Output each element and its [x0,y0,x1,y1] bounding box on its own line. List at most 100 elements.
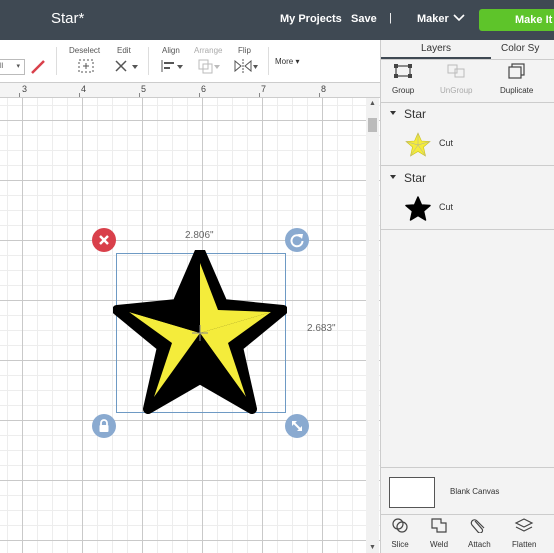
layer-operation-label: Cut [439,202,454,212]
chevron-down-icon[interactable] [453,13,465,23]
ungroup-label: UnGroup [440,86,473,95]
close-icon [99,235,109,245]
resize-handle[interactable] [285,414,309,438]
flip-label: Flip [238,46,251,55]
slice-button[interactable]: Slice [390,517,410,549]
layer-row[interactable]: Cut [381,189,554,230]
app-header: Star* My Projects Save | Maker Make It [0,0,554,40]
more-menu[interactable]: More ▾ [275,57,299,66]
duplicate-button[interactable]: Duplicate [500,63,533,95]
rotate-icon [290,234,304,248]
rotate-handle[interactable] [285,228,309,252]
layer-actions: Group UnGroup Duplicate [381,60,554,103]
deselect-icon[interactable] [77,58,95,74]
fill-select[interactable]: ll ▾ [0,59,25,75]
paperclip-icon [471,519,485,534]
scroll-down-icon[interactable]: ▼ [369,544,376,551]
slice-label: Slice [391,540,409,549]
tab-color-sync[interactable]: Color Sy [501,40,539,58]
ruler-tick [79,93,80,97]
caret-down-icon[interactable] [390,111,396,115]
ruler-mark: 8 [321,84,327,94]
canvas-scrollbar[interactable]: ▲ ▼ [366,98,379,553]
my-projects-link[interactable]: My Projects [280,13,342,25]
ungroup-button: UnGroup [440,63,472,95]
ruler-tick [199,93,200,97]
pen-color-icon[interactable] [28,57,48,77]
width-readout: 2.806" [185,230,214,241]
make-it-button[interactable]: Make It [479,9,554,31]
black-star-thumbnail-icon [405,196,431,221]
caret-down-icon[interactable] [390,175,396,179]
weld-button[interactable]: Weld [429,517,449,549]
duplicate-label: Duplicate [500,86,534,95]
attach-button[interactable]: Attach [468,517,491,549]
deselect-label: Deselect [69,46,101,55]
layer-group-star[interactable]: Star [381,104,554,124]
panel-footer-tools: Slice Weld Attach Flatten [381,514,554,553]
blank-canvas-swatch[interactable] [389,477,435,508]
weld-icon [431,518,447,533]
ungroup-icon [447,64,465,78]
caret-down-icon: ▾ [295,57,300,66]
star-design[interactable] [113,250,287,414]
save-button[interactable]: Save [351,13,377,25]
blank-canvas-row[interactable]: Blank Canvas [381,467,554,515]
ruler-tick [259,93,260,97]
chevron-down-icon: ▾ [16,63,20,70]
header-separator: | [389,12,392,24]
ruler-tick [319,93,320,97]
ruler-mark: 3 [22,84,28,94]
horizontal-ruler: 3 4 5 6 7 8 [0,83,380,98]
yellow-star-thumbnail-icon [405,132,431,157]
ruler-tick [139,93,140,97]
delete-handle[interactable] [92,228,116,252]
align-label: Align [162,46,180,55]
lock-icon [99,419,109,432]
weld-label: Weld [429,540,449,549]
ruler-mark: 4 [81,84,87,94]
more-label: More [275,57,294,66]
layer-group-name: Star [404,171,427,185]
ruler-mark: 6 [201,84,207,94]
arrange-label: Arrange [194,46,223,55]
edit-label: Edit [117,46,131,55]
duplicate-icon [508,63,525,79]
ruler-mark: 7 [261,84,267,94]
align-icon[interactable] [160,58,184,74]
flip-icon[interactable] [233,58,259,74]
ruler-tick [19,93,20,97]
edit-toolbar: ll ▾ Deselect Edit Align Arrange Flip Mo… [0,40,380,83]
panel-tabs: Layers Color Sy [381,40,554,60]
group-label: Group [392,86,415,95]
layer-operation-label: Cut [439,138,454,148]
machine-select[interactable]: Maker [417,13,449,25]
layers-panel: Layers Color Sy Group UnGroup Duplicate [380,40,554,553]
scroll-up-icon[interactable]: ▲ [369,100,376,107]
design-canvas[interactable]: 2.806" 2.683" [0,98,380,553]
group-icon [394,64,413,78]
flatten-icon [514,518,534,532]
layer-group-star[interactable]: Star [381,168,554,188]
group-button[interactable]: Group [392,63,414,95]
toolbar-divider [148,47,149,75]
blank-canvas-label: Blank Canvas [450,487,500,496]
project-title: Star* [51,10,85,27]
fill-select-value: ll [0,63,4,70]
scrollbar-thumb[interactable] [368,118,377,132]
edit-icon[interactable] [113,58,139,74]
lock-handle[interactable] [92,414,116,438]
layer-row[interactable]: Cut [381,125,554,166]
slice-icon [392,518,408,533]
arrange-icon [198,59,220,74]
resize-icon [292,421,302,431]
flatten-button[interactable]: Flatten [512,517,536,549]
tab-layers[interactable]: Layers [381,40,491,59]
height-readout: 2.683" [307,323,336,334]
toolbar-divider [268,47,269,75]
ruler-mark: 5 [141,84,147,94]
toolbar-divider [56,47,57,75]
flatten-label: Flatten [512,540,537,549]
layer-group-name: Star [404,107,427,121]
attach-label: Attach [468,540,491,549]
